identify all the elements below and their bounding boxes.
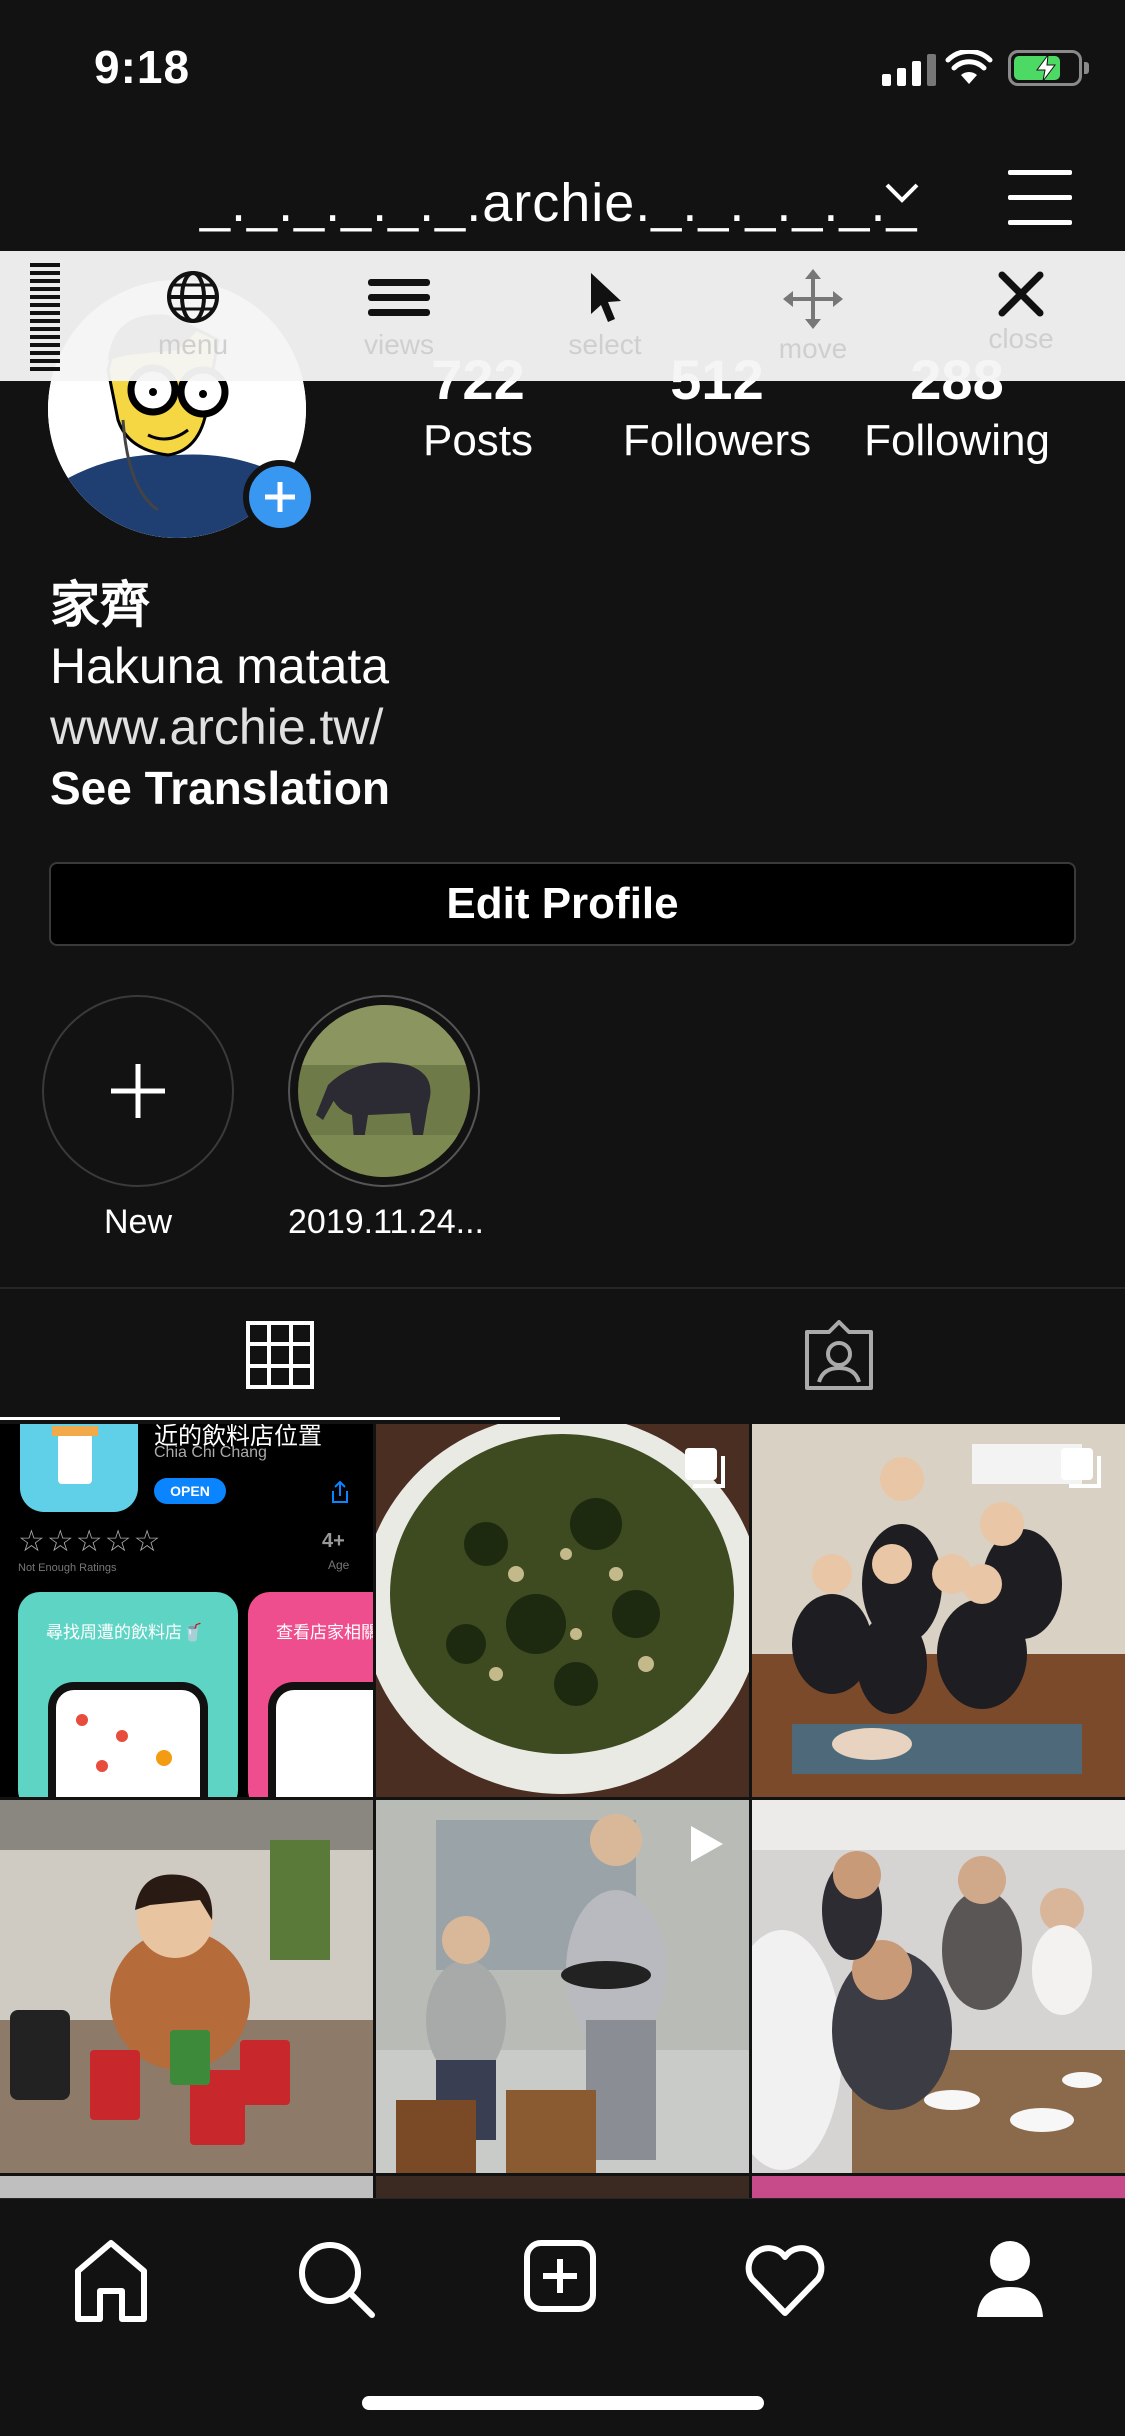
list-icon	[368, 279, 430, 316]
profile-bio: 家齊 Hakuna matata www.archie.tw/ See Tran…	[50, 575, 390, 819]
tab-home[interactable]	[56, 2229, 166, 2329]
chevron-down-icon[interactable]	[884, 182, 920, 204]
post-thumbnail[interactable]	[376, 1800, 749, 2173]
home-icon	[75, 2240, 147, 2322]
home-indicator[interactable]	[362, 2396, 764, 2410]
website-link[interactable]: www.archie.tw/	[50, 697, 390, 758]
posts-grid: 近的飲料店位置 Chia Chi Chang OPEN ☆☆☆☆☆ Not En…	[0, 1424, 1125, 2173]
share-icon	[332, 1480, 348, 1503]
rating-stars-icon: ☆☆☆☆☆	[18, 1525, 163, 1558]
toolbar-move[interactable]: move	[748, 269, 878, 379]
post-thumbnail[interactable]	[752, 2176, 1125, 2198]
plus-icon	[111, 1064, 165, 1118]
grid-icon	[246, 1321, 314, 1389]
cursor-icon	[591, 273, 621, 322]
signal-icon	[882, 52, 936, 86]
status-time: 9:18	[94, 41, 191, 93]
toolbar-select[interactable]: select	[540, 269, 670, 379]
multiple-photos-icon	[685, 1448, 725, 1488]
overlay-toolbar: menu views select move close	[0, 251, 1125, 381]
wifi-icon	[945, 50, 993, 84]
highlight-new[interactable]: New	[42, 995, 234, 1242]
highlight-story[interactable]: 2019.11.24...	[288, 995, 484, 1242]
options-menu-button[interactable]	[1008, 170, 1072, 226]
add-story-button[interactable]	[243, 460, 317, 534]
globe-icon	[167, 271, 219, 323]
post-thumbnail[interactable]	[376, 2176, 749, 2198]
post-thumbnail[interactable]	[0, 2176, 373, 2198]
tab-tagged[interactable]	[563, 1290, 1125, 1420]
multiple-photos-icon	[1061, 1448, 1101, 1488]
status-bar: 9:18	[0, 0, 1125, 135]
close-icon	[998, 271, 1044, 317]
tab-search[interactable]	[280, 2229, 390, 2329]
toolbar-menu[interactable]: menu	[128, 269, 258, 379]
post-thumbnail[interactable]	[752, 1424, 1125, 1797]
battery-icon	[1008, 50, 1089, 86]
bio-text: Hakuna matata	[50, 638, 390, 694]
add-post-icon	[524, 2240, 596, 2312]
see-translation-link[interactable]: See Translation	[50, 758, 390, 819]
tab-activity[interactable]	[730, 2229, 840, 2329]
post-thumbnail[interactable]	[376, 1424, 749, 1797]
post-thumbnail[interactable]	[752, 1800, 1125, 2173]
drag-handle[interactable]	[30, 263, 60, 371]
profile-header: _._._._._._.archie._._._._._._	[0, 160, 1125, 240]
section-divider	[0, 1287, 1125, 1289]
edit-profile-button[interactable]: Edit Profile	[49, 862, 1076, 946]
move-icon	[783, 269, 843, 329]
app-open-button: OPEN	[154, 1478, 226, 1504]
display-name: 家齊	[50, 577, 150, 633]
heart-icon	[745, 2245, 825, 2316]
post-thumbnail[interactable]	[0, 1800, 373, 2173]
tab-profile[interactable]	[955, 2229, 1065, 2329]
toolbar-views[interactable]: views	[334, 269, 464, 379]
toolbar-close[interactable]: close	[956, 269, 1086, 379]
post-thumbnail[interactable]: 近的飲料店位置 Chia Chi Chang OPEN ☆☆☆☆☆ Not En…	[0, 1424, 373, 1797]
search-icon	[299, 2242, 375, 2318]
username-switcher[interactable]: _._._._._._.archie._._._._._._	[200, 172, 918, 234]
app-developer: Chia Chi Chang	[154, 1444, 267, 1461]
tagged-icon	[805, 1320, 873, 1390]
tab-grid[interactable]	[0, 1290, 562, 1420]
tab-new-post[interactable]	[505, 2229, 615, 2329]
video-icon	[691, 1826, 723, 1862]
profile-icon	[977, 2241, 1043, 2317]
